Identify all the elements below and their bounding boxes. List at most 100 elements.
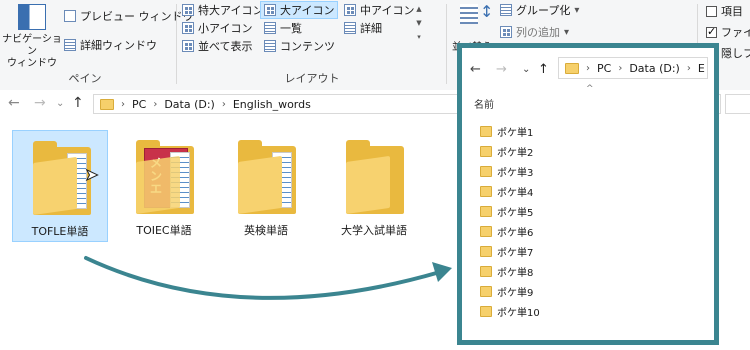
back-arrow-icon[interactable]: ← [8,95,20,111]
list-item[interactable]: ポケ単7 [480,244,533,259]
add-column-icon [500,26,512,38]
list-item-label: ポケ単3 [497,168,534,179]
breadcrumb-item[interactable]: English_words [233,98,311,111]
mouse-cursor-icon: ➤ [84,165,99,185]
ribbon-separator [446,4,447,84]
large-icons-icon [264,4,276,16]
checkbox-label: ファイ [721,26,750,39]
group-by-label: グループ化 [516,4,571,17]
folder-icon [480,166,492,177]
list-item-label: ポケ単2 [497,148,534,159]
folder-label: 大学入試単語 [341,224,407,237]
navigation-pane-icon [18,4,46,30]
back-arrow-icon[interactable]: ← [470,62,481,77]
navigation-pane-button[interactable]: ナビゲーション ウィンドウ [2,2,62,69]
add-column-button[interactable]: 列の追加 ▾ [500,24,569,40]
details-pane-label: 詳細ウィンドウ [80,39,157,52]
layout-medium-icons[interactable]: 中アイコン [344,2,414,18]
preview-pane-icon [64,10,76,22]
layout-details[interactable]: 詳細 [344,20,382,36]
details-pane-button[interactable]: 詳細ウィンドウ [64,37,157,53]
folder-icon [480,126,492,137]
list-item[interactable]: ポケ単6 [480,224,533,239]
layout-scroll-arrows[interactable]: ▲ ▼ ▾ [414,2,424,58]
checkbox-label: 隠しフ [721,47,750,60]
forward-arrow-icon[interactable]: → [496,62,507,77]
layout-large-icons[interactable]: 大アイコン [260,1,339,19]
group-by-icon [500,4,512,16]
folder-label: TOIEC単語 [136,224,192,237]
list-item[interactable]: ポケ単2 [480,144,533,159]
list-item-label: ポケ単7 [497,248,534,259]
list-item-label: ポケ単10 [497,308,540,319]
folder-icon [480,206,492,217]
layout-tiles[interactable]: 並べて表示 [182,38,253,54]
checkbox[interactable] [706,25,717,38]
details-icon [344,22,356,34]
checkbox-label: 項目 [721,5,743,18]
checkbox[interactable] [706,5,717,17]
add-column-label: 列の追加 [516,26,560,39]
recent-locations-icon[interactable]: ⌄ [56,98,64,109]
layout-small-icons[interactable]: 小アイコン [182,20,252,36]
chevron-right-icon: › [618,62,623,74]
layout-item-label: 大アイコン [280,4,335,17]
breadcrumb-item[interactable]: Data (D:) [629,62,680,75]
folder-tile[interactable]: 英検単語 [218,130,314,242]
folder-icon [480,246,492,257]
folder-tile[interactable]: メンエ TOIEC単語 [116,130,212,242]
folder-icon [346,140,404,214]
item-checkboxes-toggle[interactable]: 項目 [706,3,743,19]
dropdown-arrow-icon: ▾ [564,26,570,38]
chevron-right-icon: › [153,98,158,110]
list-item-label: ポケ単6 [497,228,534,239]
medium-icons-icon [344,4,356,16]
search-box[interactable] [725,94,750,114]
zoomed-folder-window: ← → ⌄ ↑ › PC › Data (D:) › E ^ 名前 ポケ単1 ポ… [457,43,719,345]
chevron-right-icon: › [686,62,691,74]
forward-arrow-icon[interactable]: → [34,95,46,111]
chevron-right-icon: › [121,98,125,110]
list-item-label: ポケ単5 [497,208,534,219]
list-item-label: ポケ単9 [497,288,534,299]
folder-tile[interactable]: 大学入試単語 [326,130,422,242]
ribbon-separator [176,4,177,84]
preview-pane-button[interactable]: プレビュー ウィンドウ [64,8,194,24]
layout-content[interactable]: コンテンツ [264,38,335,54]
breadcrumb-item[interactable]: PC [597,62,611,75]
list-icon [264,22,276,34]
name-column-header[interactable]: 名前 [474,96,494,111]
list-item[interactable]: ポケ単8 [480,264,533,279]
list-item[interactable]: ポケ単3 [480,164,533,179]
breadcrumb-item[interactable]: Data (D:) [164,98,215,111]
details-pane-icon [64,39,76,51]
list-item[interactable]: ポケ単1 [480,124,533,139]
up-arrow-icon[interactable]: ↑ [538,62,549,77]
folder-label: TOFLE単語 [31,225,89,238]
layout-extra-large-icons[interactable]: 特大アイコン [182,2,263,18]
list-item-label: ポケ単4 [497,188,534,199]
list-item[interactable]: ポケ単10 [480,304,540,319]
navigation-pane-label: ナビゲーション ウィンドウ [2,34,62,69]
up-arrow-icon[interactable]: ↑ [72,95,84,111]
list-item[interactable]: ポケ単5 [480,204,533,219]
tiles-icon [182,40,194,52]
breadcrumb-item[interactable]: E [698,62,705,75]
layout-list[interactable]: 一覧 [264,20,302,36]
folder-tile[interactable]: ➤ TOFLE単語 [12,130,108,242]
list-item-label: ポケ単1 [497,128,534,139]
chevron-right-icon: › [586,62,590,74]
sort-arrow-icon: ↕ [480,2,494,21]
extra-large-icons-icon [182,4,194,16]
list-item[interactable]: ポケ単9 [480,284,533,299]
file-extensions-toggle[interactable]: ファイ [706,24,750,40]
recent-locations-icon[interactable]: ⌄ [522,64,530,75]
group-by-button[interactable]: グループ化 ▾ [500,2,579,18]
breadcrumb-item[interactable]: PC [132,98,146,111]
folder-icon [480,186,492,197]
list-item-label: ポケ単8 [497,268,534,279]
folder-icon [480,286,492,297]
folder-icon: メンエ [136,140,194,214]
list-item[interactable]: ポケ単4 [480,184,533,199]
breadcrumb[interactable]: › PC › Data (D:) › E [558,57,708,79]
